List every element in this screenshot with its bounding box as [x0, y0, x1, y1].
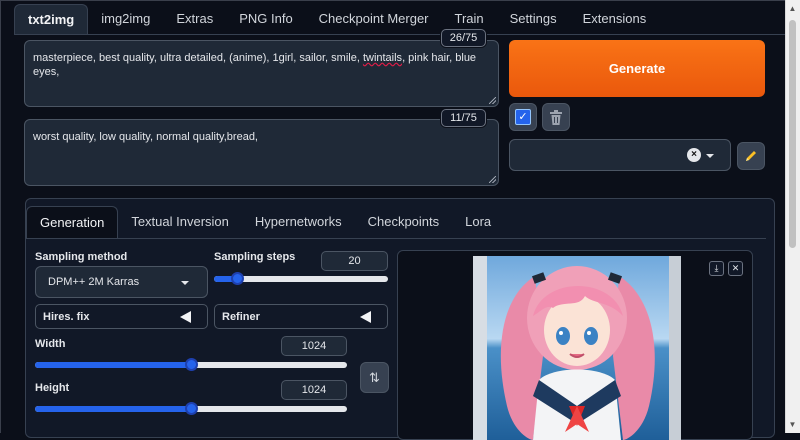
clear-icon[interactable]: ×: [687, 148, 701, 162]
tab-lora[interactable]: Lora: [452, 206, 504, 238]
collapse-arrow-icon: [360, 311, 371, 323]
sampling-method-value: DPM++ 2M Karras: [48, 276, 140, 288]
height-label: Height: [35, 382, 70, 394]
tab-textual-inversion[interactable]: Textual Inversion: [118, 206, 242, 238]
tab-settings[interactable]: Settings: [497, 4, 570, 34]
trash-icon: [550, 109, 562, 125]
tab-txt2img[interactable]: txt2img: [14, 4, 89, 35]
collapse-arrow-icon: [180, 311, 191, 323]
prompt-token-counter: 26/75: [441, 29, 486, 47]
tab-checkpoints[interactable]: Checkpoints: [355, 206, 453, 238]
slider-thumb[interactable]: [230, 272, 244, 285]
sampling-method-label: Sampling method: [35, 251, 128, 263]
tab-png-info[interactable]: PNG Info: [226, 4, 305, 34]
sampling-method-select[interactable]: DPM++ 2M Karras: [35, 266, 208, 298]
trash-button[interactable]: [542, 103, 570, 131]
generate-button[interactable]: Generate: [509, 40, 765, 97]
checkmark-icon: ✓: [515, 109, 531, 125]
main-tabs: txt2img img2img Extras PNG Info Checkpoi…: [14, 4, 660, 35]
download-icon: ⤓: [714, 263, 719, 273]
slider-fill: [35, 406, 191, 412]
resize-handle-icon[interactable]: [488, 175, 496, 183]
scroll-down-icon[interactable]: ▼: [788, 420, 797, 429]
sampling-steps-input[interactable]: 20: [321, 251, 388, 271]
slider-fill: [35, 362, 191, 368]
generated-image[interactable]: [473, 256, 681, 440]
width-label: Width: [35, 338, 66, 350]
slider-thumb[interactable]: [185, 358, 198, 371]
sub-tabs: Generation Textual Inversion Hypernetwor…: [26, 206, 504, 239]
window-border-top: [0, 0, 800, 1]
download-button[interactable]: ⤓: [709, 261, 724, 276]
resize-handle-icon[interactable]: [488, 96, 496, 104]
styles-dropdown[interactable]: ×: [509, 139, 731, 171]
refiner-label: Refiner: [222, 310, 260, 323]
negative-prompt-input[interactable]: worst quality, low quality, normal quali…: [24, 119, 499, 186]
swap-dimensions-icon: ⇅: [369, 369, 380, 385]
prompt-misspelled-word: twintails: [362, 52, 403, 64]
tab-extensions[interactable]: Extensions: [570, 4, 660, 34]
prompt-text-start: masterpiece, best quality, ultra detaile…: [33, 52, 363, 64]
tab-hypernetworks[interactable]: Hypernetworks: [242, 206, 355, 238]
close-image-button[interactable]: ✕: [728, 261, 743, 276]
hires-fix-accordion[interactable]: Hires. fix: [35, 304, 208, 329]
negative-prompt-token-counter: 11/75: [441, 109, 486, 127]
scroll-up-icon[interactable]: ▲: [788, 4, 797, 13]
hires-fix-label: Hires. fix: [43, 310, 90, 323]
tab-img2img[interactable]: img2img: [88, 4, 163, 34]
swap-dimensions-button[interactable]: ⇅: [360, 362, 389, 393]
sampling-steps-slider[interactable]: [214, 272, 388, 285]
height-slider[interactable]: [35, 402, 347, 415]
edit-styles-button[interactable]: [737, 142, 765, 170]
style-apply-checkbox[interactable]: ✓: [509, 103, 537, 131]
sampling-steps-label: Sampling steps: [214, 251, 296, 263]
tab-extras[interactable]: Extras: [163, 4, 226, 34]
width-slider[interactable]: [35, 358, 347, 371]
slider-thumb[interactable]: [185, 402, 198, 415]
tab-generation[interactable]: Generation: [26, 206, 119, 239]
refiner-accordion[interactable]: Refiner: [214, 304, 388, 329]
prompt-input[interactable]: masterpiece, best quality, ultra detaile…: [24, 40, 499, 107]
tabs-divider: [14, 34, 785, 35]
tab-checkpoint-merger[interactable]: Checkpoint Merger: [306, 4, 442, 34]
subtabs-divider: [26, 238, 766, 239]
height-input[interactable]: 1024: [281, 380, 347, 400]
width-input[interactable]: 1024: [281, 336, 347, 356]
chevron-down-icon: [181, 281, 189, 285]
negative-prompt-text: worst quality, low quality, normal quali…: [33, 131, 258, 143]
close-icon: ✕: [731, 263, 740, 273]
chevron-down-icon: [706, 154, 714, 158]
window-border-left: [0, 0, 1, 433]
scrollbar-thumb[interactable]: [789, 20, 796, 248]
anime-girl-image: [473, 256, 681, 440]
pencil-icon: [746, 151, 756, 161]
